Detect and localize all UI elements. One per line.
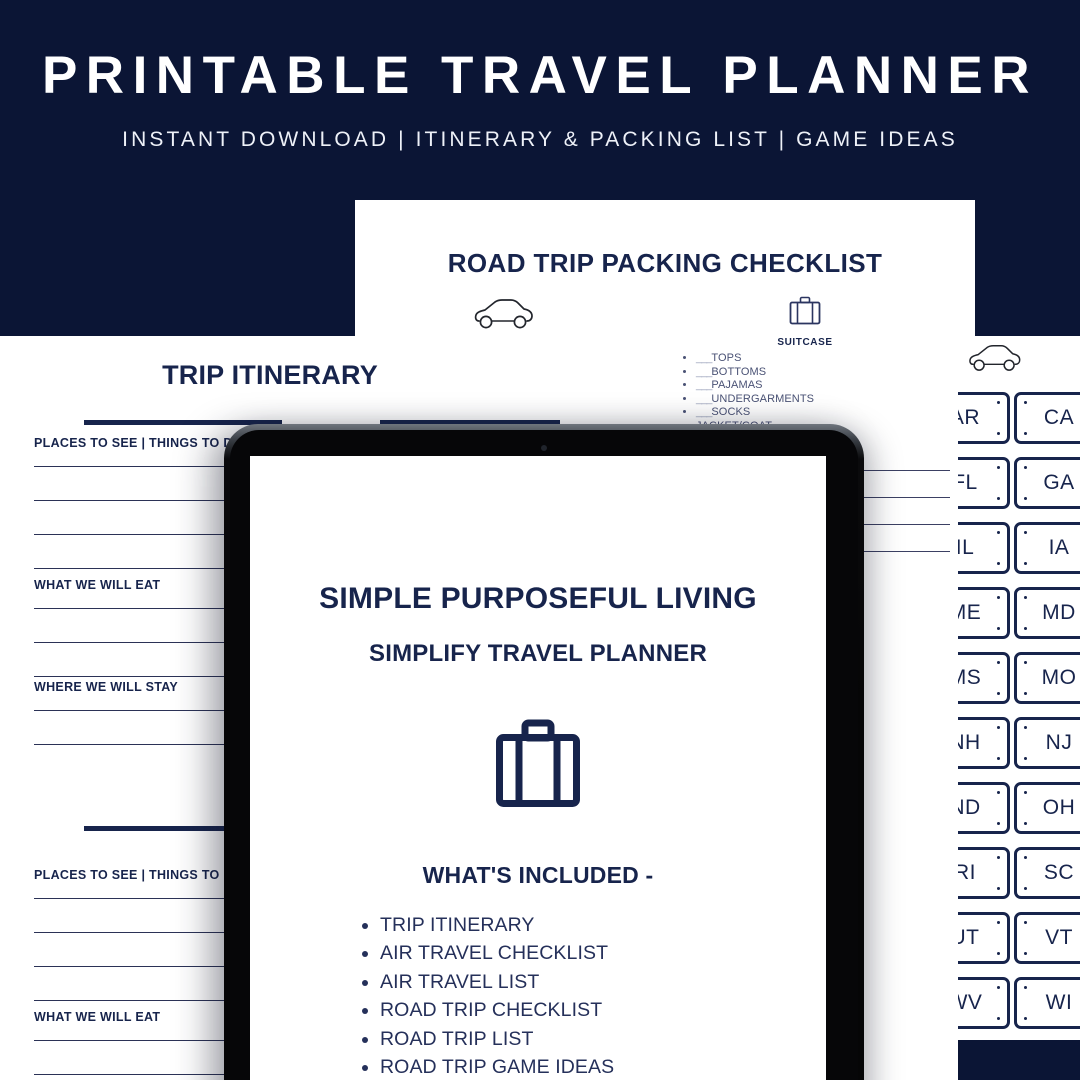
blank-line: ___ (696, 379, 712, 392)
license-plate: RI (958, 847, 1010, 899)
item-label: BOTTOMS (711, 365, 767, 378)
list-item: AIR TRAVEL CHECKLIST (380, 939, 826, 967)
list-item: ___BOTTOMS (696, 366, 814, 380)
license-plate: FL (958, 457, 1010, 509)
plate-label: IL (958, 536, 975, 559)
suitcase-icon (789, 296, 821, 325)
license-plate-game-sheet: AR CA CO FL GA HI IL IA KS ME MD MA MS M… (958, 336, 1080, 1080)
plate-label: AR (958, 406, 981, 429)
list-item: ROAD TRIP CHECKLIST (380, 996, 826, 1024)
brand-title: SIMPLE PURPOSEFUL LIVING (319, 582, 757, 615)
suitcase-label: SUITCASE (777, 337, 833, 348)
itinerary-title: TRIP ITINERARY (162, 360, 378, 390)
plate-label: NJ (1045, 731, 1073, 754)
license-plate-grid: AR CA CO FL GA HI IL IA KS ME MD MA MS M… (958, 392, 1080, 1029)
blank-line: ___ (696, 392, 712, 405)
included-heading: WHAT'S INCLUDED - (422, 862, 654, 888)
product-title: SIMPLIFY TRAVEL PLANNER (369, 640, 707, 667)
plate-label: WV (958, 991, 983, 1014)
item-label: SOCKS (711, 406, 751, 419)
plate-label: MO (1041, 666, 1077, 689)
license-plate: NH (958, 717, 1010, 769)
license-plate: MD (1014, 587, 1080, 639)
license-plate: ND (958, 782, 1010, 834)
plate-label: OH (1042, 796, 1076, 819)
list-item: AIR TRAVEL LIST (380, 968, 826, 996)
packing-item-list: ___TOPS ___BOTTOMS ___PAJAMAS ___UNDERGA… (680, 352, 814, 434)
camera-icon (541, 445, 547, 451)
plate-label: MD (1042, 601, 1076, 624)
tablet-screen: SIMPLE PURPOSEFUL LIVING SIMPLIFY TRAVEL… (250, 456, 826, 1080)
suitcase-block: SUITCASE (760, 295, 850, 348)
list-item: ROAD TRIP LIST (380, 1025, 826, 1053)
item-label: UNDERGARMENTS (711, 392, 815, 405)
license-plate: WV (958, 977, 1010, 1029)
plate-label: IA (1048, 536, 1070, 559)
license-plate: NJ (1014, 717, 1080, 769)
plate-label: MS (958, 666, 982, 689)
license-plate: MO (1014, 652, 1080, 704)
plate-label: ND (958, 796, 981, 819)
list-item: TRIP ITINERARY (380, 911, 826, 939)
blank-line: ___ (696, 365, 712, 378)
plate-label: RI (958, 861, 976, 884)
license-plate: WI (1014, 977, 1080, 1029)
license-plate: CA (1014, 392, 1080, 444)
plate-label: WI (1045, 991, 1073, 1014)
poster-canvas: PRINTABLE TRAVEL PLANNER INSTANT DOWNLOA… (0, 0, 1080, 1080)
blank-line: ___ (696, 352, 712, 364)
tablet-device: SIMPLE PURPOSEFUL LIVING SIMPLIFY TRAVEL… (224, 424, 864, 1080)
plate-label: SC (1043, 861, 1075, 884)
license-plate: ME (958, 587, 1010, 639)
car-icon (473, 298, 535, 337)
page-subtitle: INSTANT DOWNLOAD | ITINERARY & PACKING L… (122, 128, 958, 151)
item-label: PAJAMAS (711, 379, 763, 392)
checklist-title: ROAD TRIP PACKING CHECKLIST (447, 248, 883, 278)
license-plate: GA (1014, 457, 1080, 509)
license-plate: SC (1014, 847, 1080, 899)
plate-label: UT (958, 926, 980, 949)
license-plate: OH (1014, 782, 1080, 834)
plate-label: CA (1043, 406, 1075, 429)
list-item: ROAD TRIP GAME IDEAS (380, 1053, 826, 1080)
item-label: TOPS (711, 352, 742, 364)
list-item: ___UNDERGARMENTS (696, 393, 814, 407)
list-item: ___PAJAMAS (696, 379, 814, 393)
footer-navy-strip (958, 1040, 1080, 1080)
plate-label: VT (1045, 926, 1073, 949)
license-plate: AR (958, 392, 1010, 444)
license-plate: IA (1014, 522, 1080, 574)
blank-line: ___ (696, 406, 712, 419)
suitcase-icon (250, 718, 826, 810)
license-plate: IL (958, 522, 1010, 574)
plate-label: ME (958, 601, 982, 624)
license-plate: VT (1014, 912, 1080, 964)
page-title: PRINTABLE TRAVEL PLANNER (41, 46, 1039, 105)
license-plate: MS (958, 652, 1010, 704)
plate-label: NH (958, 731, 981, 754)
plate-label: FL (958, 471, 978, 494)
list-item: ___SOCKS (696, 406, 814, 420)
included-list: TRIP ITINERARY AIR TRAVEL CHECKLIST AIR … (250, 911, 826, 1080)
plate-label: GA (1043, 471, 1075, 494)
list-item: ___TOPS (696, 352, 814, 366)
license-plate: UT (958, 912, 1010, 964)
car-icon (966, 344, 1024, 379)
